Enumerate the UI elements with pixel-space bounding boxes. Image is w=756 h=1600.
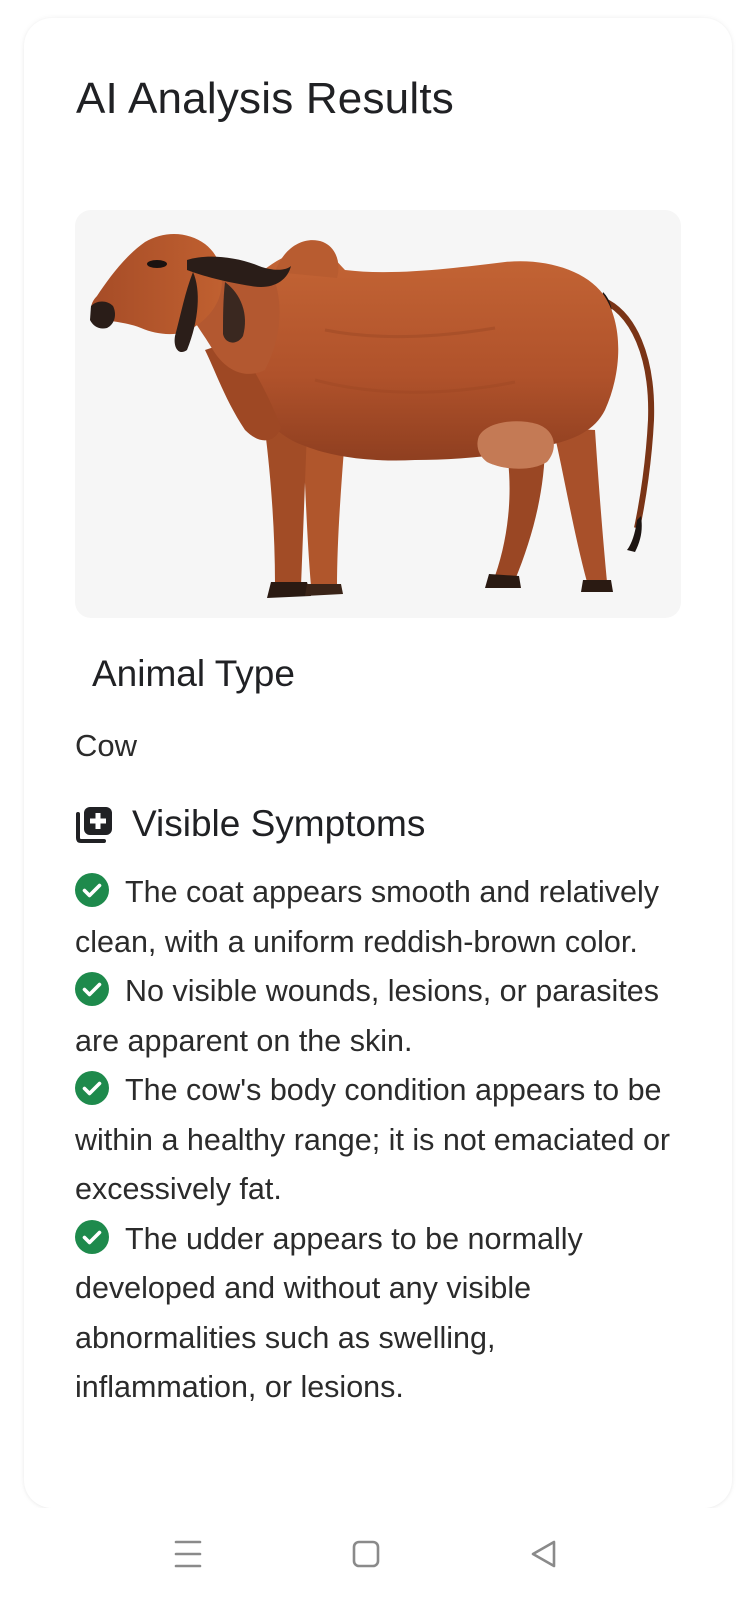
symptoms-list: The coat appears smooth and relatively c… (75, 868, 675, 1413)
check-circle-icon (75, 972, 109, 1006)
screen: AI Analysis Results Animal Type Cow Visi… (0, 0, 756, 1600)
check-circle-icon (75, 873, 109, 907)
check-circle-icon (75, 1219, 109, 1254)
symptom-item: The coat appears smooth and relatively c… (75, 868, 675, 967)
analysis-card: AI Analysis Results Animal Type Cow Visi… (24, 18, 732, 1508)
system-nav-bar (0, 1508, 756, 1600)
back-triangle-icon[interactable] (524, 1534, 564, 1574)
symptom-text: The coat appears smooth and relatively c… (75, 875, 660, 959)
symptom-item: The cow's body condition appears to be w… (75, 1066, 675, 1215)
home-square-icon[interactable] (346, 1534, 386, 1574)
symptom-item: No visible wounds, lesions, or parasites… (75, 967, 675, 1066)
check-circle-icon (75, 1071, 109, 1105)
page-title: AI Analysis Results (76, 74, 454, 123)
cow-illustration (90, 233, 655, 598)
symptom-item: The udder appears to be normally develop… (75, 1215, 675, 1413)
symptoms-heading: Visible Symptoms (132, 803, 426, 844)
animal-type-heading: Animal Type (92, 653, 295, 694)
symptoms-header: Visible Symptoms (74, 803, 425, 845)
animal-type-value: Cow (75, 728, 138, 763)
medical-add-icon (76, 807, 112, 843)
animal-image (75, 210, 681, 618)
symptom-text: The udder appears to be normally develop… (75, 1221, 583, 1405)
symptom-text: No visible wounds, lesions, or parasites… (75, 974, 660, 1058)
symptom-text: The cow's body condition appears to be w… (75, 1073, 671, 1206)
menu-icon[interactable] (168, 1534, 208, 1574)
